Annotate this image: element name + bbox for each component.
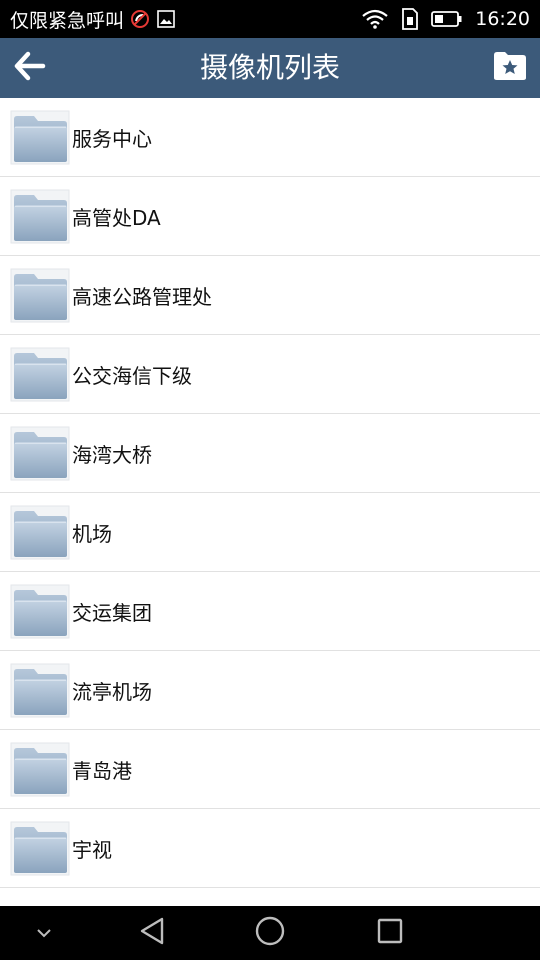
list-item[interactable]: 海湾大桥 xyxy=(0,414,540,493)
folder-icon xyxy=(10,267,70,323)
list-item[interactable]: 机场 xyxy=(0,493,540,572)
list-item-label: 交运集团 xyxy=(72,600,152,625)
folder-icon xyxy=(10,741,70,797)
folder-icon xyxy=(10,662,70,718)
list-item[interactable]: 青岛港 xyxy=(0,730,540,809)
collapse-icon xyxy=(35,924,53,943)
home-circle-icon xyxy=(254,915,286,951)
back-triangle-icon xyxy=(138,916,166,950)
list-item[interactable]: 流亭机场 xyxy=(0,651,540,730)
folder-icon xyxy=(10,346,70,402)
recent-square-icon xyxy=(376,917,404,949)
folder-icon xyxy=(10,583,70,639)
folder-icon xyxy=(10,504,70,560)
back-button[interactable] xyxy=(8,46,52,90)
list-item-label: 服务中心 xyxy=(72,126,152,151)
folder-star-icon xyxy=(493,51,527,85)
folder-icon xyxy=(10,820,70,876)
status-left: 仅限紧急呼叫 xyxy=(10,0,176,38)
list-item-label: 宇视 xyxy=(72,837,112,862)
screen: 仅限紧急呼叫 16:20 摄像机列表 服务中心 高管处DA 高速公路管理处 公交… xyxy=(0,0,540,960)
nav-back-button[interactable] xyxy=(130,906,174,960)
camera-folder-list: 服务中心高管处DA 高速公路管理处 公交海信下级 海湾大桥机场交运集团流亭机场青岛港宇… xyxy=(0,98,540,888)
list-item[interactable]: 高管处DA xyxy=(0,177,540,256)
wifi-icon xyxy=(361,9,389,29)
list-item[interactable]: 服务中心 xyxy=(0,98,540,177)
image-icon xyxy=(156,9,176,29)
list-item-label: 机场 xyxy=(72,521,112,546)
status-right: 16:20 xyxy=(361,0,530,38)
folder-icon xyxy=(10,109,70,165)
list-item[interactable]: 高速公路管理处 xyxy=(0,256,540,335)
list-item[interactable]: 宇视 xyxy=(0,809,540,888)
list-item-label: 高速公路管理处 xyxy=(72,284,212,309)
carrier-text: 仅限紧急呼叫 xyxy=(10,9,125,32)
page-title: 摄像机列表 xyxy=(199,51,340,84)
list-item-label: 青岛港 xyxy=(72,758,132,783)
clock: 16:20 xyxy=(475,8,530,30)
arrow-left-icon xyxy=(14,51,46,85)
folder-icon xyxy=(10,425,70,481)
status-bar: 仅限紧急呼叫 16:20 xyxy=(0,0,540,38)
recent-apps-button[interactable] xyxy=(368,906,412,960)
folder-icon xyxy=(10,188,70,244)
home-button[interactable] xyxy=(248,906,292,960)
list-item-label: 公交海信下级 xyxy=(72,363,192,388)
list-item[interactable]: 公交海信下级 xyxy=(0,335,540,414)
no-call-icon xyxy=(130,9,150,29)
list-item-label: 高管处DA xyxy=(72,205,161,230)
system-nav-bar xyxy=(0,906,540,960)
list-item[interactable]: 交运集团 xyxy=(0,572,540,651)
collapse-button[interactable] xyxy=(24,906,64,960)
favorites-button[interactable] xyxy=(490,48,530,88)
app-bar: 摄像机列表 xyxy=(0,38,540,98)
list-item-label: 海湾大桥 xyxy=(72,442,152,467)
list-item-label: 流亭机场 xyxy=(72,679,152,704)
sim-icon xyxy=(401,8,419,30)
battery-icon xyxy=(431,10,463,28)
